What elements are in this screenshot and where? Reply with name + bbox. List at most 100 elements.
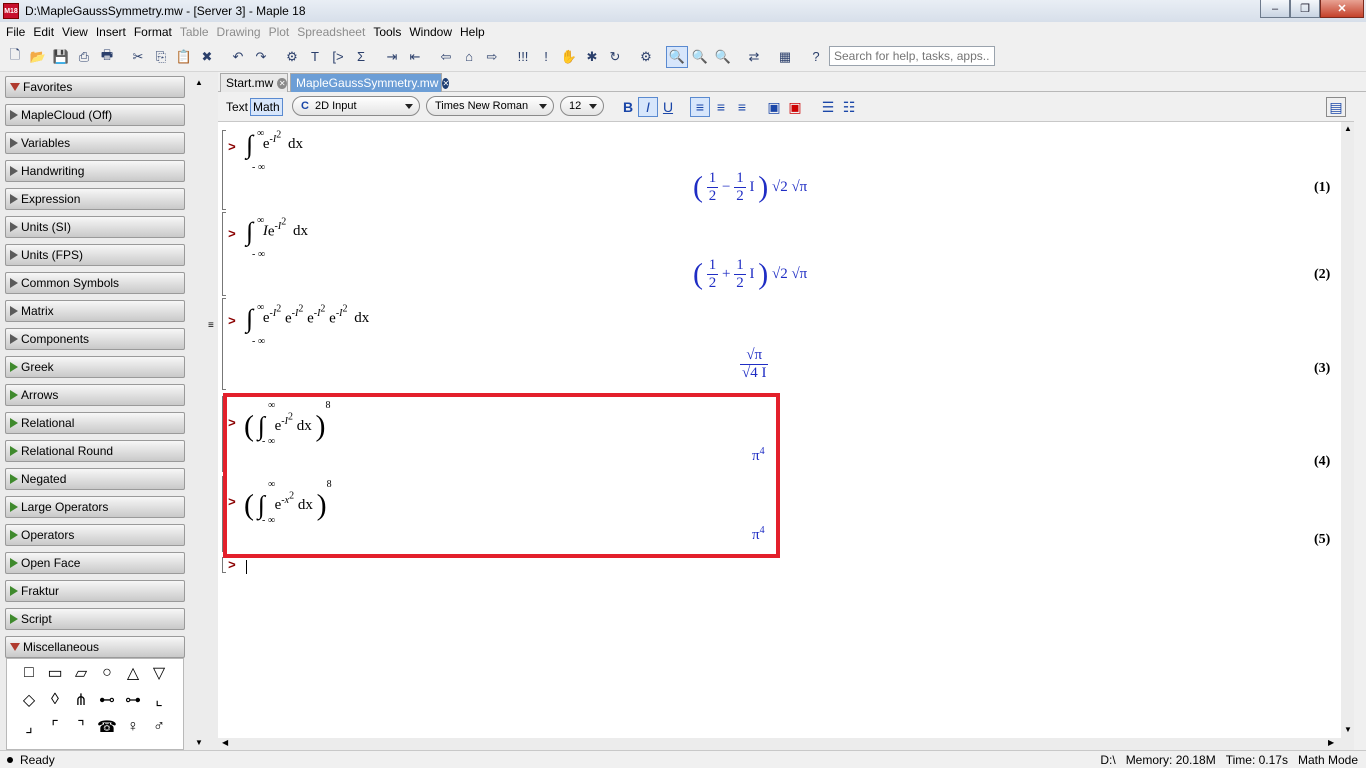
palette-expression[interactable]: Expression [5,188,185,210]
settings-gear-icon[interactable]: ⚙ [635,46,657,68]
sum-icon[interactable]: Σ [350,46,372,68]
menu-file[interactable]: File [2,25,29,39]
equation-label[interactable]: (3) [1314,361,1330,377]
palette-variables[interactable]: Variables [5,132,185,154]
misc-symbol[interactable]: △ [123,663,143,683]
execution-group-bracket[interactable] [222,557,226,573]
text-mode-tab[interactable]: Text [224,98,250,116]
home-icon[interactable]: ⌂ [458,46,480,68]
show-palettes-icon[interactable]: ▦ [774,46,796,68]
italic-button[interactable]: I [638,97,658,117]
misc-symbol[interactable]: ⊶ [123,690,143,710]
new-document-icon[interactable]: 🗋 [4,46,26,68]
highlight-color-icon[interactable]: ▣ [764,97,784,117]
menu-window[interactable]: Window [405,25,456,39]
equation-label[interactable]: (4) [1314,454,1330,470]
execution-group-bracket[interactable] [222,298,226,390]
print-icon[interactable]: 🖶 [96,46,118,68]
menu-format[interactable]: Format [130,25,176,39]
print-preview-icon[interactable]: ⎙ [73,46,95,68]
indent-icon[interactable]: ⇥ [381,46,403,68]
bullet-list-icon[interactable]: ☰ [818,97,838,117]
palette-miscellaneous[interactable]: Miscellaneous [5,636,185,658]
input-integral-1[interactable]: ∫ ∞ - ∞ e-I2 dx [246,128,303,173]
outdent-icon[interactable]: ⇤ [404,46,426,68]
menu-edit[interactable]: Edit [29,25,58,39]
menu-plot[interactable]: Plot [265,25,294,39]
underline-button[interactable]: U [658,97,678,117]
scroll-down-arrow-icon[interactable]: ▼ [195,738,203,747]
insert-section-icon[interactable]: ⚙ [281,46,303,68]
palette-components[interactable]: Components [5,328,185,350]
forward-icon[interactable]: ⇨ [481,46,503,68]
horizontal-scrollbar[interactable]: ◀ ▶ [218,738,1354,750]
restart-icon[interactable]: ↻ [604,46,626,68]
palette-greek[interactable]: Greek [5,356,185,378]
menu-drawing[interactable]: Drawing [213,25,265,39]
zoom-150-icon[interactable]: 🔍 [689,46,711,68]
misc-symbol[interactable]: ⊷ [97,690,117,710]
execute-all-icon[interactable]: !!! [512,46,534,68]
scroll-right-arrow-icon[interactable]: ▶ [1328,738,1334,747]
tab-start[interactable]: Start.mw ✕ [220,73,288,92]
misc-symbol[interactable]: □ [19,663,39,683]
misc-symbol[interactable]: ⌟ [19,717,39,737]
palette-handwriting[interactable]: Handwriting [5,160,185,182]
scroll-up-arrow-icon[interactable]: ▲ [195,78,203,87]
debug-icon[interactable]: ✱ [581,46,603,68]
worksheet[interactable]: > ∫ ∞ - ∞ e-I2 dx ( 12 − 12 I ) √2 √π (1… [218,121,1354,739]
misc-symbol[interactable]: ◇ [19,690,39,710]
open-folder-icon[interactable]: 📂 [27,46,49,68]
maximize-button[interactable]: ❐ [1290,0,1320,18]
menu-help[interactable]: Help [456,25,489,39]
text-color-icon[interactable]: ▣ [785,97,805,117]
help-icon[interactable]: ? [805,46,827,68]
copy-icon[interactable]: ⎘ [150,46,172,68]
panel-splitter[interactable]: ≡ [205,72,218,750]
execute-icon[interactable]: ! [535,46,557,68]
palette-units-si[interactable]: Units (SI) [5,216,185,238]
align-left-icon[interactable]: ≡ [690,97,710,117]
tab-maplegausssymmetry[interactable]: MapleGaussSymmetry.mw ✕ [290,73,450,92]
menu-view[interactable]: View [58,25,92,39]
numbered-list-icon[interactable]: ☷ [839,97,859,117]
align-right-icon[interactable]: ≡ [732,97,752,117]
palette-operators[interactable]: Operators [5,524,185,546]
tab-active-close-icon[interactable]: ✕ [442,77,450,89]
worksheet-scrollbar[interactable]: ▲ ▼ [1341,122,1354,739]
palette-favorites[interactable]: Favorites [5,76,185,98]
minimize-button[interactable]: ‒ [1260,0,1290,18]
palette-relational-round[interactable]: Relational Round [5,440,185,462]
palette-open-face[interactable]: Open Face [5,552,185,574]
font-dropdown[interactable]: Times New Roman [426,96,554,116]
misc-symbol[interactable]: ♀ [123,717,143,737]
insert-prompt-icon[interactable]: [> [327,46,349,68]
menu-tools[interactable]: Tools [369,25,405,39]
back-icon[interactable]: ⇦ [435,46,457,68]
equation-label[interactable]: (1) [1314,180,1330,196]
misc-symbol[interactable]: ○ [97,663,117,683]
palette-scrollbar[interactable]: ▲ ▼ [192,72,205,750]
menu-spreadsheet[interactable]: Spreadsheet [293,25,369,39]
palette-matrix[interactable]: Matrix [5,300,185,322]
menu-insert[interactable]: Insert [92,25,130,39]
toggle-input-icon[interactable]: ⇄ [743,46,765,68]
splitter-grip-icon[interactable]: ≡ [208,320,214,331]
paste-icon[interactable]: 📋 [173,46,195,68]
misc-symbol[interactable]: ☎ [97,717,117,737]
text-cursor[interactable] [246,560,248,574]
palette-fraktur[interactable]: Fraktur [5,580,185,602]
input-integral-3[interactable]: ∫ ∞ - ∞ e-I2 e-I2 e-I2 e-I2 dx [246,302,369,347]
misc-symbol[interactable]: ▭ [45,663,65,683]
scroll-left-arrow-icon[interactable]: ◀ [222,738,228,747]
cut-icon[interactable]: ✂ [127,46,149,68]
palette-arrows[interactable]: Arrows [5,384,185,406]
palette-script[interactable]: Script [5,608,185,630]
palette-units-fps[interactable]: Units (FPS) [5,244,185,266]
misc-symbol[interactable]: ▱ [71,663,91,683]
input-mode-dropdown[interactable]: C 2D Input [292,96,420,116]
save-icon[interactable]: 💾 [50,46,72,68]
scroll-down-arrow-icon[interactable]: ▼ [1344,725,1352,734]
tab-start-close-icon[interactable]: ✕ [277,77,287,89]
misc-symbol[interactable]: ⌜ [45,717,65,737]
